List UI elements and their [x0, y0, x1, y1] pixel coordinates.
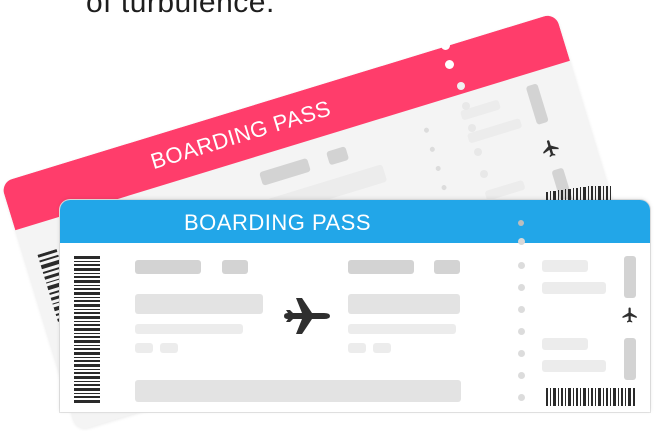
front-placeholder [135, 260, 201, 274]
back-stub-placeholder [525, 83, 549, 126]
front-ticket-header: BOARDING PASS [60, 200, 650, 243]
front-perforation [518, 220, 524, 226]
front-perforation [518, 262, 525, 269]
back-stub-placeholder [466, 117, 523, 144]
front-stub-placeholder [542, 360, 606, 372]
back-placeholder [259, 157, 311, 186]
back-perforation-notch [441, 41, 450, 50]
front-stub-placeholder [542, 260, 588, 272]
front-perforation [518, 372, 525, 379]
front-barcode-stub [546, 388, 635, 406]
front-placeholder [348, 260, 414, 274]
back-perforation [480, 170, 488, 178]
front-placeholder [135, 380, 461, 402]
back-barcode-right [546, 186, 611, 200]
back-perforation [457, 82, 465, 90]
front-placeholder [135, 343, 153, 353]
front-airplane-icon [284, 298, 330, 334]
back-perforation [462, 102, 470, 110]
front-stub-airplane-icon [622, 307, 637, 323]
front-perforation [518, 238, 525, 245]
front-placeholder [222, 260, 248, 274]
back-stub-placeholder [484, 179, 526, 201]
front-placeholder [135, 294, 263, 314]
front-stub-placeholder [624, 338, 636, 380]
front-boarding-pass: BOARDING PASS [60, 200, 650, 412]
front-stub-placeholder [542, 282, 606, 294]
front-perforation [518, 306, 525, 313]
front-stub-placeholder [624, 256, 636, 298]
front-placeholder [348, 343, 366, 353]
front-placeholder [348, 294, 460, 314]
back-airplane-icon [543, 140, 559, 158]
front-perforation [518, 328, 525, 335]
front-placeholder [160, 343, 178, 353]
back-placeholder [325, 146, 350, 166]
front-placeholder [434, 260, 460, 274]
front-placeholder [135, 324, 243, 334]
back-perforation [429, 146, 436, 153]
front-ticket-title: BOARDING PASS [184, 210, 372, 235]
front-perforation [518, 394, 525, 401]
front-barcode-left [74, 256, 100, 403]
front-perforation [518, 284, 525, 291]
back-perforation [435, 165, 442, 172]
back-perforation [423, 127, 430, 134]
front-placeholder [348, 324, 456, 334]
back-perforation [468, 124, 476, 132]
caption-text: of turbulence. [86, 0, 275, 19]
front-perforation [518, 350, 525, 357]
back-perforation [440, 184, 448, 191]
back-perforation-notch [445, 60, 454, 69]
front-stub-placeholder [542, 338, 588, 350]
back-perforation [474, 148, 482, 156]
front-placeholder [373, 343, 391, 353]
